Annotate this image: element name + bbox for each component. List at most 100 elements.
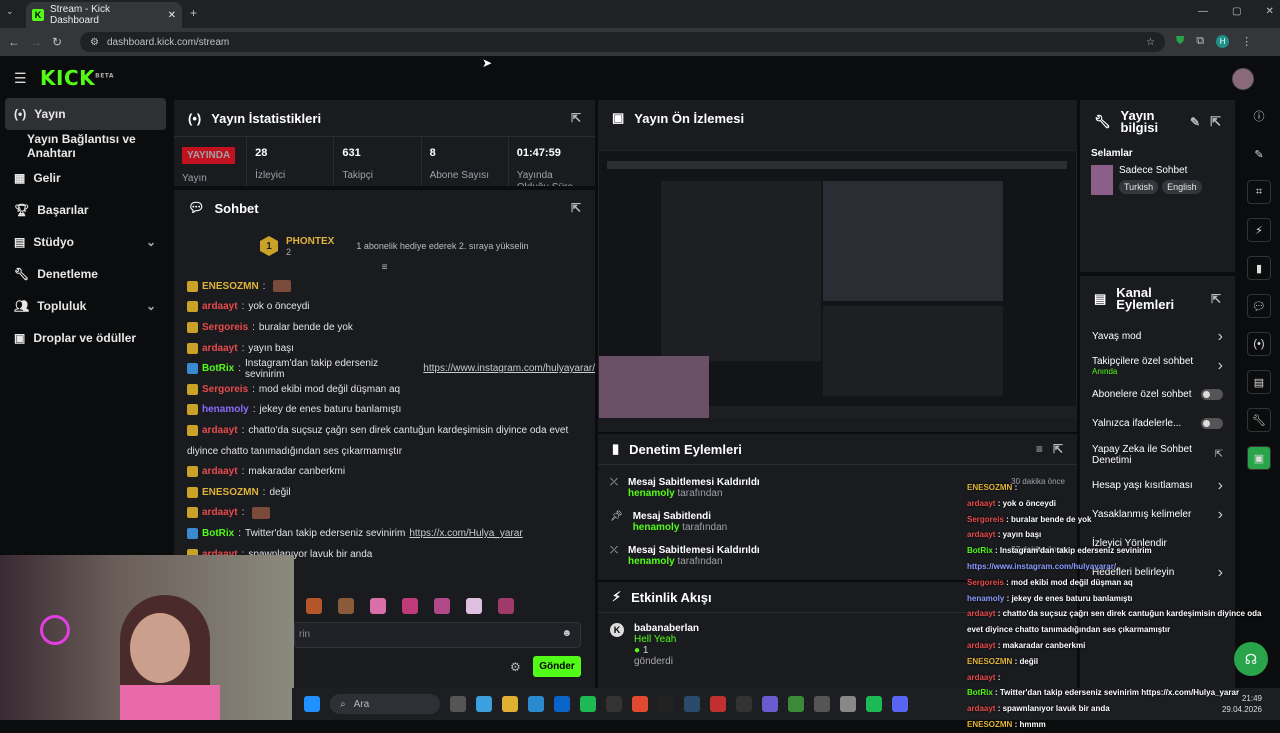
channel-action-row[interactable]: Yapay Zeka ile Sohbet Denetimi ⇱	[1080, 438, 1235, 471]
chat-username[interactable]: ardaayt	[202, 343, 238, 354]
tag-pill[interactable]: English	[1162, 180, 1202, 194]
taskbar-search[interactable]: ⌕ Ara	[330, 694, 440, 714]
toggle-switch[interactable]	[1201, 418, 1223, 429]
minimize-icon[interactable]: —	[1198, 6, 1208, 17]
app-icon[interactable]: ▣	[1247, 446, 1271, 470]
emote-icon[interactable]	[370, 598, 386, 614]
profile-avatar-icon[interactable]: H	[1216, 35, 1230, 48]
collapse-icon[interactable]: ≡	[174, 262, 595, 276]
send-button[interactable]: Gönder	[533, 656, 581, 677]
chat-username[interactable]: ardaayt	[202, 507, 238, 518]
app-icon[interactable]	[788, 696, 804, 712]
chat-username[interactable]: Sergoreis	[202, 322, 248, 333]
forward-icon[interactable]: →	[30, 35, 42, 49]
window-close-icon[interactable]: ✕	[1265, 6, 1273, 17]
popout-icon[interactable]: ⇱	[571, 111, 581, 125]
chat-username[interactable]: ardaayt	[202, 301, 238, 312]
steam-icon[interactable]	[684, 696, 700, 712]
browser-tab[interactable]: K Stream - Kick Dashboard ✕	[26, 2, 182, 28]
edit-icon[interactable]: ✎	[1190, 115, 1200, 129]
user-avatar[interactable]	[1232, 68, 1254, 90]
shield-extension-icon[interactable]: ⛊	[1176, 35, 1184, 48]
outlook-icon[interactable]	[554, 696, 570, 712]
new-tab-icon[interactable]: +	[190, 6, 197, 20]
copilot-icon[interactable]	[476, 696, 492, 712]
sidebar-item-basarilar[interactable]: 🏆︎ Başarılar	[0, 194, 172, 226]
emote-icon[interactable]	[402, 598, 418, 614]
hamburger-menu-icon[interactable]: ☰	[14, 70, 27, 87]
broadcast-icon[interactable]: (•)	[1247, 332, 1271, 356]
maximize-icon[interactable]: ▢	[1232, 6, 1241, 17]
discord-icon[interactable]	[892, 696, 908, 712]
emote-icon[interactable]	[306, 598, 322, 614]
site-info-icon[interactable]: ⚙	[90, 37, 99, 48]
popout-icon[interactable]: ⇱	[1053, 442, 1063, 456]
sidebar-item-droplar[interactable]: ▣ Droplar ve ödüller	[0, 322, 172, 354]
chat-username[interactable]: ardaayt	[202, 425, 238, 436]
filter-icon[interactable]: ≡	[1036, 442, 1043, 456]
sidebar-item-denetleme[interactable]: 🔧︎ Denetleme	[0, 258, 172, 290]
epic-games-icon[interactable]	[658, 696, 674, 712]
address-bar[interactable]: ⚙ dashboard.kick.com/stream ☆	[80, 32, 1165, 52]
browser-menu-icon[interactable]: ⋮	[1241, 35, 1252, 48]
back-icon[interactable]: ←	[8, 35, 20, 49]
channel-action-row[interactable]: Abonelere özel sohbet	[1080, 380, 1235, 409]
tag-pill[interactable]: Turkish	[1119, 180, 1159, 194]
chat-username[interactable]: henamoly	[202, 404, 249, 415]
chat-input[interactable]: rin ☻	[294, 622, 581, 648]
app-icon[interactable]	[736, 696, 752, 712]
chat-username[interactable]: ENESOZMN	[202, 281, 259, 292]
spotify-icon[interactable]	[580, 696, 596, 712]
lightning-icon[interactable]: ⚡︎	[1247, 218, 1271, 242]
toggle-switch[interactable]	[1201, 389, 1223, 400]
spotify-icon[interactable]	[866, 696, 882, 712]
app-icon[interactable]	[606, 696, 622, 712]
kick-logo[interactable]: KICKBETA	[40, 66, 114, 90]
edge-icon[interactable]	[528, 696, 544, 712]
emote-icon[interactable]	[498, 598, 514, 614]
popout-icon[interactable]: ⇱	[1211, 292, 1221, 306]
chat-username[interactable]: Sergoreis	[202, 384, 248, 395]
wrench-icon[interactable]: 🔧︎	[1247, 408, 1271, 432]
info-icon[interactable]: ⓘ	[1247, 104, 1271, 128]
popout-icon[interactable]: ⇱	[1210, 114, 1221, 130]
emoji-icon[interactable]: ☻	[561, 628, 572, 639]
edit-icon[interactable]: ✎	[1247, 142, 1271, 166]
bookmark-star-icon[interactable]: ☆	[1146, 37, 1155, 48]
clipboard-icon[interactable]: ▮	[1247, 256, 1271, 280]
app-icon[interactable]	[814, 696, 830, 712]
chrome-icon[interactable]	[632, 696, 648, 712]
channel-action-row[interactable]: Takipçilere özel sohbet Anında ›	[1080, 351, 1235, 380]
reload-icon[interactable]: ↻	[52, 35, 62, 49]
chat-link[interactable]: https://www.instagram.com/hulyayarar/	[423, 363, 595, 374]
channel-icon[interactable]: ▤	[1247, 370, 1271, 394]
sidebar-item-studyo[interactable]: ▤ Stüdyo ⌄	[0, 226, 172, 258]
app-icon[interactable]	[840, 696, 856, 712]
close-tab-icon[interactable]: ✕	[168, 10, 176, 21]
chat-bubble-icon[interactable]: 💬︎	[1247, 294, 1271, 318]
chat-username[interactable]: BotRix	[202, 363, 234, 374]
preview-video[interactable]	[598, 150, 1077, 418]
app-icon[interactable]	[710, 696, 726, 712]
chat-username[interactable]: BotRix	[202, 528, 234, 539]
emote-icon[interactable]	[434, 598, 450, 614]
task-view-icon[interactable]	[450, 696, 466, 712]
chat-username[interactable]: ENESOZMN	[202, 487, 259, 498]
chat-username[interactable]: ardaayt	[202, 466, 238, 477]
popout-icon[interactable]: ⇱	[571, 201, 581, 215]
tab-list-icon[interactable]: ⌄	[6, 6, 14, 17]
sidebar-item-yayin[interactable]: (•) Yayın	[5, 98, 166, 130]
channel-action-row[interactable]: Yavaş mod ›	[1080, 322, 1235, 351]
sidebar-item-stream-key[interactable]: Yayın Bağlantısı ve Anahtarı	[0, 130, 172, 162]
puzzle-extension-icon[interactable]: ⧉	[1196, 35, 1204, 48]
file-explorer-icon[interactable]	[502, 696, 518, 712]
emote-icon[interactable]	[338, 598, 354, 614]
chat-link[interactable]: https://x.com/Hulya_yarar	[409, 528, 522, 539]
app-icon[interactable]	[762, 696, 778, 712]
scan-icon[interactable]: ⌗	[1247, 180, 1271, 204]
sidebar-item-gelir[interactable]: ▦ Gelir	[0, 162, 172, 194]
channel-action-row[interactable]: Yalnızca ifadelerle...	[1080, 409, 1235, 438]
windows-start-icon[interactable]	[304, 696, 320, 712]
chat-settings-icon[interactable]: ⚙	[510, 660, 521, 674]
emote-icon[interactable]	[466, 598, 482, 614]
